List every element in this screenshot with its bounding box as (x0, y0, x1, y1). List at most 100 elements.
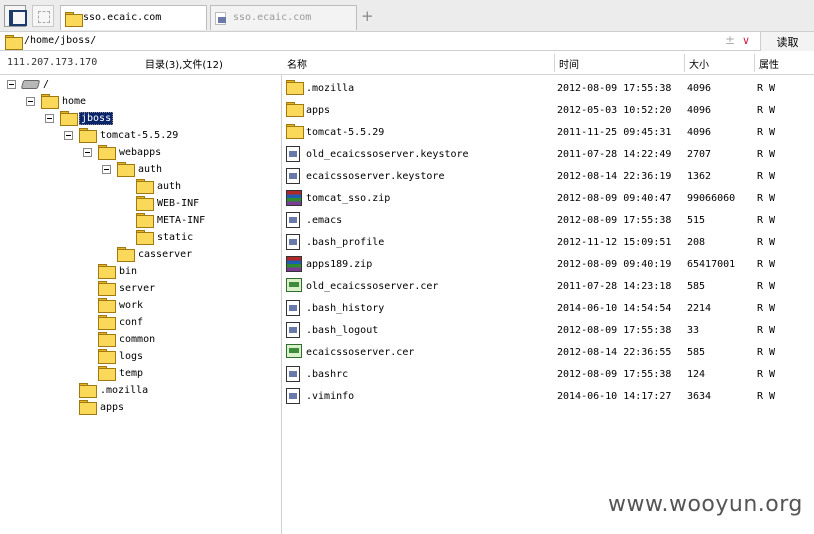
file-time: 2011-07-28 14:23:18 (557, 281, 672, 292)
file-size: 99066060 (687, 193, 736, 204)
tree-node-meta-inf[interactable]: META-INF (136, 213, 236, 228)
folder-icon (98, 281, 116, 296)
tree-node-bin[interactable]: bin (98, 264, 198, 279)
file-name: old_ecaicssoserver.keystore (306, 149, 469, 160)
column-header-name[interactable]: 名称 (287, 56, 307, 71)
tab-active[interactable]: sso.ecaic.com (60, 5, 207, 30)
file-name: old_ecaicssoserver.cer (306, 281, 439, 292)
file-name: .emacs (306, 215, 343, 226)
file-name: .bashrc (306, 369, 349, 380)
tree-node-web-inf[interactable]: WEB-INF (136, 196, 236, 211)
file-size: 4096 (687, 83, 712, 94)
tree-node-root[interactable]: / (5, 77, 85, 91)
add-tab-button[interactable]: + (361, 7, 374, 25)
panel-toggle-icon[interactable] (4, 5, 27, 27)
file-size: 124 (687, 369, 706, 380)
file-row[interactable]: apps 2012-05-03 10:52:20 4096 R W (283, 99, 814, 121)
address-input[interactable]: /home/jboss/ (24, 35, 96, 46)
tree-node-server[interactable]: server (98, 281, 198, 296)
file-row[interactable]: .bash_history 2014-06-10 14:54:54 2214 R W (283, 297, 814, 319)
file-row[interactable]: .bash_logout 2012-08-09 17:55:38 33 R W (283, 319, 814, 341)
folder-icon (98, 315, 116, 330)
column-divider[interactable] (754, 54, 755, 72)
folder-icon (136, 196, 154, 211)
dir-file-count: 目录(3),文件(12) (145, 60, 223, 71)
tree-node-home[interactable]: home (24, 94, 124, 109)
file-row[interactable]: old_ecaicssoserver.keystore 2011-07-28 14… (283, 143, 814, 165)
tree-node-logs[interactable]: logs (98, 349, 198, 364)
tree-node-temp[interactable]: temp (98, 366, 198, 381)
document-icon (286, 146, 300, 162)
file-list: .mozilla 2012-08-09 17:55:38 4096 R W apps 20… (283, 75, 814, 534)
file-row[interactable]: .viminfo 2014-06-10 14:17:27 3634 R W (283, 385, 814, 407)
file-size: 33 (687, 325, 700, 336)
column-divider[interactable] (684, 54, 685, 72)
drive-icon (20, 80, 41, 89)
collapse-icon[interactable] (26, 97, 35, 106)
folder-icon (79, 383, 97, 398)
column-divider[interactable] (554, 54, 555, 72)
column-header-time[interactable]: 时间 (559, 56, 579, 71)
file-row[interactable]: .emacs 2012-08-09 17:55:38 515 R W (283, 209, 814, 231)
folder-icon (98, 145, 116, 160)
tree-node-static[interactable]: static (136, 230, 236, 245)
tree-label: temp (119, 368, 144, 379)
collapse-icon[interactable] (83, 148, 92, 157)
file-time: 2012-11-12 15:09:51 (557, 237, 672, 248)
file-row[interactable]: apps189.zip 2012-08-09 09:40:19 65417001 R … (283, 253, 814, 275)
folder-icon (136, 230, 154, 245)
file-name: .mozilla (306, 83, 355, 94)
file-name: .bash_profile (306, 237, 385, 248)
file-row[interactable]: .bashrc 2012-08-09 17:55:38 124 R W (283, 363, 814, 385)
file-name: ecaicssoserver.keystore (306, 171, 445, 182)
file-name: tomcat-5.5.29 (306, 127, 385, 138)
file-attr: R W (757, 391, 776, 402)
file-time: 2014-06-10 14:54:54 (557, 303, 672, 314)
collapse-icon[interactable] (45, 114, 54, 123)
folder-icon (286, 80, 304, 95)
tree-node-casserver[interactable]: casserver (117, 247, 217, 262)
file-size: 2214 (687, 303, 712, 314)
tree-node-jboss[interactable]: jboss (43, 111, 143, 126)
file-row[interactable]: tomcat-5.5.29 2011-11-25 09:45:31 4096 R W (283, 121, 814, 143)
tree-node-mozilla[interactable]: .mozilla (79, 383, 179, 398)
file-row[interactable]: old_ecaicssoserver.cer 2011-07-28 14:23:1… (283, 275, 814, 297)
file-row[interactable]: .mozilla 2012-08-09 17:55:38 4096 R W (283, 77, 814, 99)
file-attr: R W (757, 127, 776, 138)
plus-minus-icon[interactable]: ± (725, 33, 735, 47)
folder-icon (286, 102, 304, 117)
new-window-icon[interactable] (32, 5, 54, 27)
collapse-icon[interactable] (64, 131, 73, 140)
file-row[interactable]: tomcat_sso.zip 2012-08-09 09:40:47 9906606… (283, 187, 814, 209)
tree-node-tomcat[interactable]: tomcat-5.5.29 (62, 128, 212, 143)
tree-node-auth[interactable]: auth (100, 162, 200, 177)
tree-label: WEB-INF (157, 198, 200, 209)
file-row[interactable]: ecaicssoserver.cer 2012-08-14 22:36:55 585… (283, 341, 814, 363)
tree-node-common[interactable]: common (98, 332, 198, 347)
file-time: 2012-08-09 09:40:19 (557, 259, 672, 270)
column-header-attr[interactable]: 属性 (759, 56, 779, 71)
tree-label: common (119, 334, 156, 345)
file-row[interactable]: .bash_profile 2012-11-12 15:09:51 208 R W (283, 231, 814, 253)
read-button[interactable]: 读取 (760, 32, 814, 51)
tree-label: server (119, 283, 156, 294)
tree-node-work[interactable]: work (98, 298, 198, 313)
chevron-down-icon[interactable]: ∨ (742, 34, 750, 47)
collapse-icon[interactable] (102, 165, 111, 174)
file-size: 4096 (687, 105, 712, 116)
file-time: 2012-08-09 09:40:47 (557, 193, 672, 204)
tab-inactive[interactable]: sso.ecaic.com (210, 5, 357, 30)
folder-icon (98, 264, 116, 279)
file-row[interactable]: ecaicssoserver.keystore 2012-08-14 22:36:… (283, 165, 814, 187)
file-attr: R W (757, 303, 776, 314)
collapse-icon[interactable] (7, 80, 16, 89)
file-attr: R W (757, 369, 776, 380)
tree-node-conf[interactable]: conf (98, 315, 198, 330)
column-header-size[interactable]: 大小 (689, 56, 709, 71)
file-attr: R W (757, 149, 776, 160)
tree-node-webapps[interactable]: webapps (81, 145, 201, 160)
file-time: 2012-08-14 22:36:55 (557, 347, 672, 358)
archive-icon (286, 256, 302, 272)
tree-node-apps[interactable]: apps (79, 400, 179, 415)
tree-node-auth-sub[interactable]: auth (136, 179, 236, 194)
